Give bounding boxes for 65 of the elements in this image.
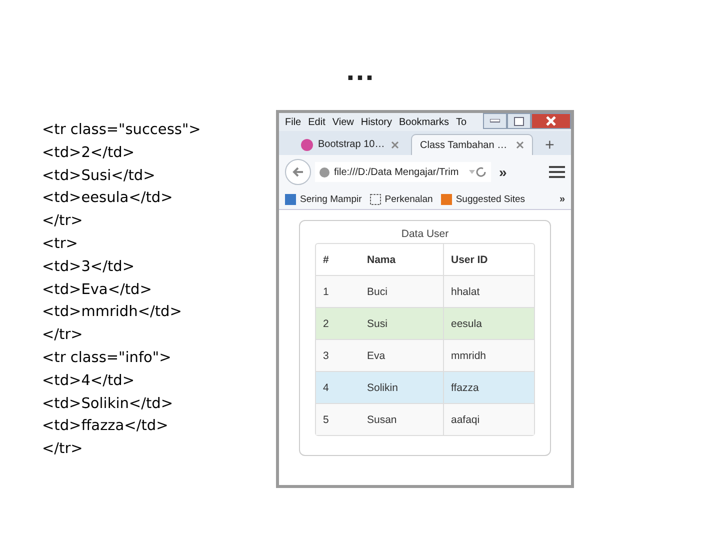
overflow-button[interactable]: » (499, 164, 507, 180)
close-icon[interactable] (516, 141, 524, 149)
code-line: </tr> (42, 326, 84, 346)
code-line: <tr> (42, 234, 79, 254)
table-cell-text: Susi (366, 316, 388, 332)
bookmark-icon (370, 194, 381, 204)
code-line: <td>mmridh</td> (42, 303, 183, 322)
code-line: <td>4</td> (42, 372, 136, 391)
table-cell-text: Susan (366, 412, 398, 428)
menu-item[interactable]: To (456, 116, 467, 128)
menu-item[interactable]: View (332, 116, 354, 128)
menu-item[interactable]: Edit (308, 116, 326, 128)
table-caption: Data User (401, 228, 449, 240)
new-tab-button[interactable]: + (545, 137, 554, 155)
table-cell-text: Eva (366, 348, 386, 364)
address-bar[interactable]: file:///D:/Data Mengajar/Trim (315, 162, 491, 182)
back-button[interactable] (285, 159, 311, 185)
browser-tab[interactable]: Bootstrap 10… (293, 134, 407, 155)
reload-icon[interactable] (469, 167, 487, 177)
table-cell-text: Buci (366, 284, 388, 300)
maximize-icon (514, 116, 524, 126)
column-header: Nama (366, 252, 397, 268)
code-line: <td>2</td> (42, 144, 136, 163)
minimize-button[interactable] (483, 113, 507, 129)
globe-icon (319, 166, 330, 178)
maximize-button[interactable] (507, 113, 531, 129)
code-line: <td>eesula</td> (42, 189, 174, 208)
menu-item[interactable]: History (360, 116, 392, 128)
table-cell-text: 5 (322, 412, 330, 428)
table-cell: aafaqi (443, 404, 534, 435)
code-line: </tr> (42, 212, 84, 232)
table-cell-text: 3 (322, 348, 330, 364)
code-line: <td>ffazza</td> (42, 417, 170, 436)
code-line: <td>Eva</td> (42, 280, 153, 300)
bookmark-link[interactable]: Suggested Sites (456, 194, 526, 204)
table-cell-text: 1 (322, 284, 330, 300)
tab-title: Bootstrap 10… (318, 139, 385, 150)
bookmark-link[interactable]: Sering Mampir (300, 194, 362, 204)
table-cell-text: Solikin (366, 380, 399, 396)
menu-icon[interactable] (549, 165, 565, 179)
close-icon (546, 116, 556, 126)
code-line: <td>Susi</td> (42, 166, 156, 186)
browser-tab[interactable]: Class Tambahan … (411, 134, 533, 155)
close-icon[interactable] (391, 140, 399, 148)
url-text: file:///D:/Data Mengajar/Trim (334, 166, 459, 178)
slide-title: … (345, 56, 375, 86)
code-line: <td>3</td> (42, 258, 136, 277)
bookmark-icon (440, 194, 452, 204)
menu-item[interactable]: Bookmarks (398, 116, 449, 128)
menu-item[interactable]: File (285, 116, 302, 128)
bookmark-icon (285, 194, 296, 204)
code-line: <td>Solikin</td> (42, 394, 174, 414)
back-arrow-icon (292, 166, 304, 178)
minimize-icon (490, 119, 500, 123)
table-cell-text: 4 (322, 380, 330, 396)
tab-title: Class Tambahan … (420, 140, 508, 150)
table-cell-text: 2 (322, 316, 330, 332)
close-button[interactable] (531, 113, 571, 129)
code-line: <tr class="info"> (42, 348, 172, 368)
bookmarks-overflow-button[interactable]: » (559, 194, 565, 204)
bookmark-link[interactable]: Perkenalan (384, 194, 433, 204)
code-line: </tr> (42, 440, 84, 460)
site-icon (301, 138, 313, 150)
code-line: <tr class="success"> (42, 121, 202, 140)
column-header: # (322, 252, 330, 268)
